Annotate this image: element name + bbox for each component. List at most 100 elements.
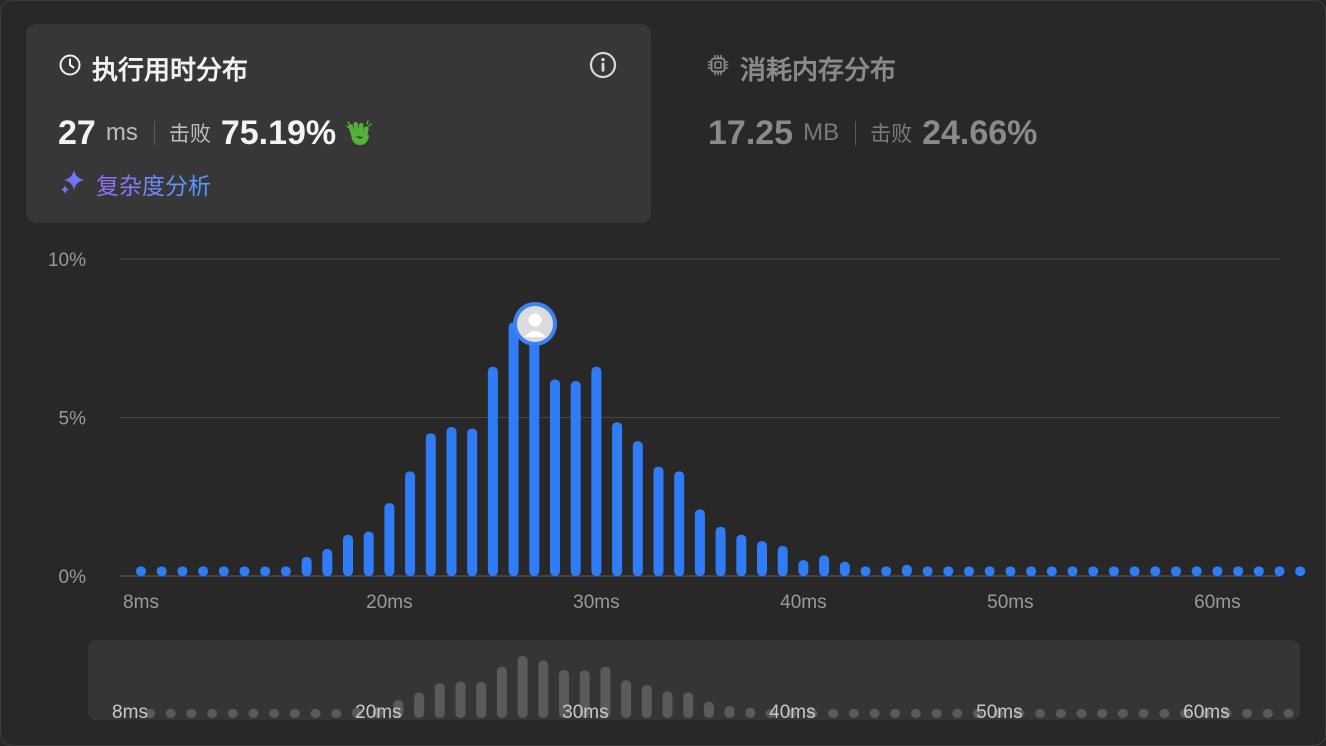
bar[interactable]	[467, 428, 478, 576]
runtime-title-label: 执行用时分布	[92, 54, 249, 85]
bar[interactable]	[322, 549, 333, 576]
cpu-chip-icon	[706, 53, 730, 84]
x-tick-label: 50ms	[987, 592, 1033, 613]
bar[interactable]	[487, 366, 498, 576]
overview-tick-label: 8ms	[112, 702, 148, 720]
bar[interactable]	[901, 564, 912, 576]
bar[interactable]	[218, 566, 229, 576]
overview-bar	[455, 681, 466, 718]
bar[interactable]	[715, 526, 726, 576]
runtime-stats: 27 ms 击败 75.19%	[58, 110, 374, 156]
overview-chart[interactable]: 8ms 20ms 30ms 40ms 50ms 60ms	[88, 640, 1300, 720]
overview-bar	[517, 656, 528, 718]
bar[interactable]	[964, 566, 974, 576]
bar[interactable]	[198, 566, 209, 576]
bar[interactable]	[860, 566, 871, 576]
overview-bar	[269, 709, 280, 718]
memory-beat-label: 击败	[870, 123, 913, 146]
bar[interactable]	[819, 555, 830, 576]
info-circle-icon[interactable]	[588, 50, 618, 80]
bar[interactable]	[177, 566, 188, 576]
overview-bar	[248, 709, 259, 718]
bar[interactable]	[508, 322, 519, 576]
bar[interactable]	[1150, 566, 1161, 576]
bar[interactable]	[632, 441, 643, 576]
complexity-analysis-link[interactable]: 复杂度分析	[58, 168, 211, 200]
overview-bar	[1262, 709, 1273, 718]
bar[interactable]	[777, 545, 788, 576]
bar[interactable]	[1212, 566, 1223, 576]
overview-bar	[662, 691, 673, 718]
overview-bar	[1055, 709, 1066, 718]
runtime-unit: ms	[105, 119, 138, 146]
bar[interactable]	[984, 566, 995, 576]
overview-tick-label: 20ms	[355, 702, 401, 720]
bar[interactable]	[239, 566, 250, 576]
bar[interactable]	[839, 561, 850, 576]
bar[interactable]	[881, 566, 892, 576]
bar[interactable]	[1191, 566, 1202, 576]
bar[interactable]	[1026, 566, 1037, 576]
bar[interactable]	[1046, 566, 1057, 576]
bar[interactable]	[1253, 566, 1264, 576]
runtime-distribution-chart[interactable]: 0% 5% 10% 8ms 20ms 30ms 40ms 50ms 60ms	[0, 240, 1326, 620]
overview-bar	[538, 660, 549, 718]
runtime-value: 27	[58, 113, 96, 152]
overview-bar	[890, 709, 901, 718]
overview-bar	[1035, 709, 1046, 718]
bar[interactable]	[798, 560, 809, 576]
memory-title[interactable]: 消耗内存分布	[706, 52, 897, 85]
bar[interactable]	[301, 556, 312, 576]
overview-bar	[310, 709, 321, 718]
overview-bar	[476, 681, 487, 718]
bar[interactable]	[694, 509, 705, 576]
bar[interactable]	[1005, 566, 1016, 576]
overview-bar	[931, 709, 942, 718]
bar[interactable]	[674, 471, 685, 576]
clock-icon	[58, 53, 82, 84]
bar[interactable]	[1067, 566, 1078, 576]
bar[interactable]	[943, 566, 954, 576]
bar[interactable]	[529, 341, 540, 576]
bar[interactable]	[591, 366, 602, 576]
x-tick-label: 30ms	[573, 592, 619, 613]
bar[interactable]	[136, 566, 146, 576]
bar[interactable]	[343, 534, 353, 576]
overview-bar	[869, 709, 880, 718]
bar[interactable]	[922, 566, 933, 576]
bar[interactable]	[384, 503, 395, 576]
bar[interactable]	[1129, 566, 1140, 576]
bar[interactable]	[363, 531, 374, 576]
bar[interactable]	[156, 566, 167, 576]
bar[interactable]	[757, 541, 767, 576]
runtime-title[interactable]: 执行用时分布	[58, 52, 249, 85]
bar[interactable]	[405, 471, 416, 576]
bar[interactable]	[260, 566, 271, 576]
bar[interactable]	[1233, 566, 1244, 576]
bar[interactable]	[550, 379, 560, 576]
overview-bar	[683, 692, 694, 718]
bar[interactable]	[446, 427, 457, 576]
bar[interactable]	[653, 466, 664, 576]
bar[interactable]	[1295, 566, 1306, 576]
overview-bar	[745, 707, 756, 718]
bar[interactable]	[1108, 566, 1119, 576]
bar[interactable]	[612, 422, 623, 576]
y-tick-label: 5%	[59, 409, 87, 430]
bar[interactable]	[1171, 566, 1181, 576]
overview-bar	[952, 709, 963, 718]
bar[interactable]	[570, 381, 581, 576]
overview-bar	[1159, 709, 1170, 718]
x-tick-label: 60ms	[1194, 592, 1240, 613]
overview-bar	[1242, 709, 1253, 718]
overview-bar	[703, 701, 714, 718]
memory-title-label: 消耗内存分布	[740, 54, 897, 85]
overview-bar	[186, 709, 197, 718]
bar[interactable]	[1088, 566, 1099, 576]
bar[interactable]	[425, 433, 436, 576]
runtime-beat-percentage: 75.19%	[220, 113, 337, 152]
bar[interactable]	[736, 534, 747, 576]
overview-tick-label: 50ms	[976, 702, 1022, 720]
bar[interactable]	[280, 566, 291, 576]
bar[interactable]	[1274, 566, 1285, 576]
